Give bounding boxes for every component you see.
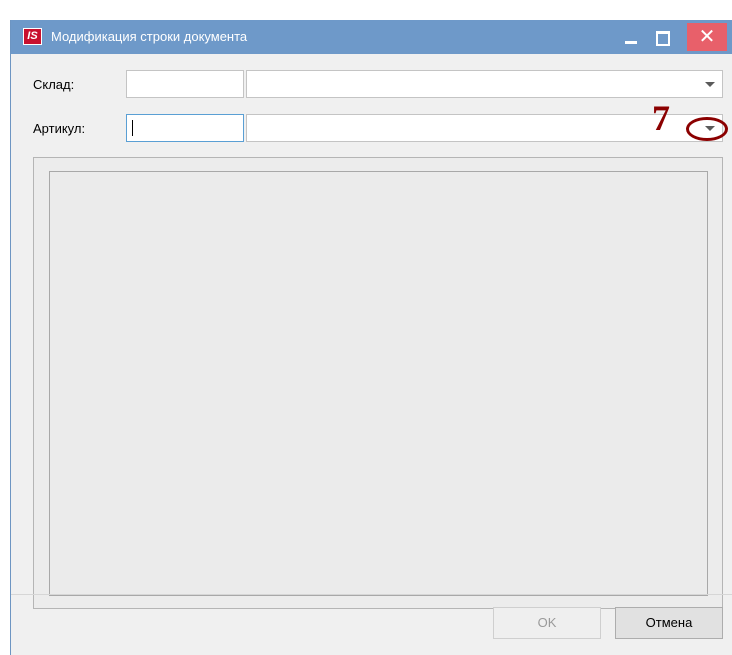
maximize-icon[interactable] — [651, 26, 675, 48]
footer-separator — [11, 594, 732, 595]
annotation-circle — [686, 117, 728, 141]
text-caret — [132, 120, 133, 136]
artikul-label: Артикул: — [33, 121, 86, 136]
sklad-code-input[interactable] — [126, 70, 244, 98]
content-inner-panel — [49, 171, 708, 596]
title-bar[interactable]: IS Модификация строки документа ✕ — [11, 20, 732, 54]
annotation-number: 7 — [652, 98, 670, 138]
sklad-name-combobox[interactable] — [246, 70, 723, 98]
ok-button[interactable]: OK — [493, 607, 601, 639]
is-logo-icon: IS — [23, 28, 42, 45]
window-title: Модификация строки документа — [51, 29, 248, 44]
dropdown-arrow-icon[interactable] — [705, 82, 715, 87]
minimize-icon[interactable] — [619, 26, 643, 48]
cancel-button[interactable]: Отмена — [615, 607, 723, 639]
sklad-label: Склад: — [33, 77, 75, 92]
close-icon[interactable]: ✕ — [687, 23, 727, 51]
dialog-window: IS Модификация строки документа ✕ Склад:… — [10, 20, 732, 655]
artikul-code-input[interactable] — [126, 114, 244, 142]
